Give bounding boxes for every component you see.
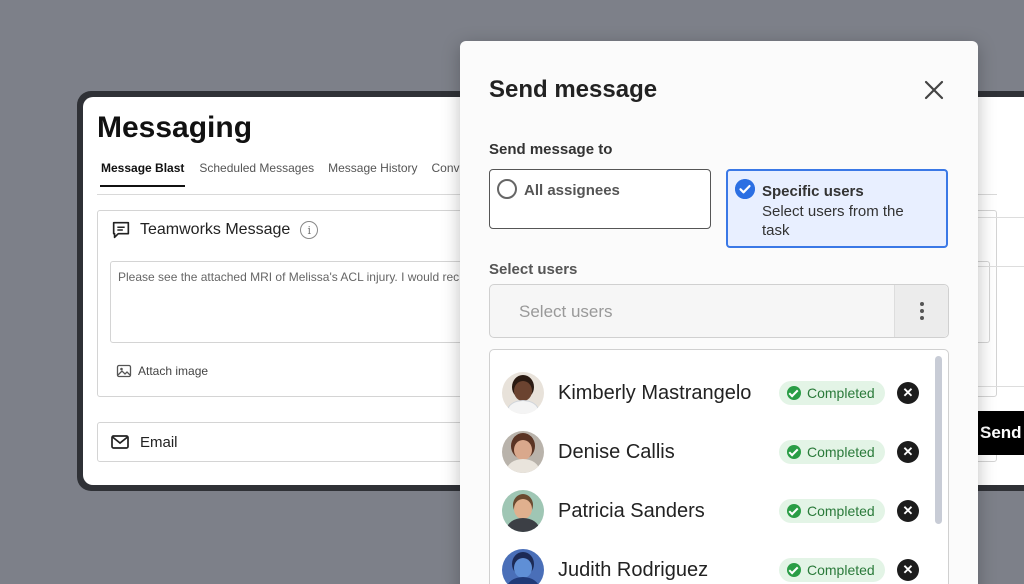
message-icon xyxy=(112,221,130,239)
background-field xyxy=(977,337,1024,387)
select-users-input[interactable]: Select users xyxy=(489,284,949,338)
remove-user-button[interactable]: ✕ xyxy=(897,382,919,404)
check-circle-icon xyxy=(787,445,801,459)
avatar xyxy=(502,431,544,473)
send-to-label: Send message to xyxy=(489,141,613,158)
tab-message-history[interactable]: Message History xyxy=(328,161,417,187)
list-item: Patricia Sanders Completed ✕ xyxy=(502,489,922,533)
option-all-assignees[interactable]: All assignees xyxy=(489,169,711,229)
status-badge: Completed xyxy=(779,440,885,464)
select-users-placeholder: Select users xyxy=(519,302,613,321)
status-badge: Completed xyxy=(779,499,885,523)
option-all-assignees-label: All assignees xyxy=(524,182,620,199)
tab-message-blast[interactable]: Message Blast xyxy=(100,161,186,187)
remove-user-button[interactable]: ✕ xyxy=(897,559,919,581)
check-circle-icon xyxy=(787,386,801,400)
list-item: Kimberly Mastrangelo Completed ✕ xyxy=(502,371,922,415)
close-icon[interactable] xyxy=(922,78,946,102)
attach-image-button[interactable]: Attach image xyxy=(116,363,208,379)
info-icon[interactable]: i xyxy=(300,221,319,239)
status-badge: Completed xyxy=(779,558,885,582)
background-field xyxy=(977,217,1024,267)
user-name: Denise Callis xyxy=(558,440,675,463)
list-item: Denise Callis Completed ✕ xyxy=(502,430,922,474)
user-name: Patricia Sanders xyxy=(558,499,705,522)
avatar xyxy=(502,490,544,532)
remove-user-button[interactable]: ✕ xyxy=(897,500,919,522)
check-circle-icon xyxy=(787,504,801,518)
list-item: Judith Rodriguez Completed ✕ xyxy=(502,548,922,584)
teamworks-message-header: Teamworks Message i xyxy=(110,219,319,241)
send-message-modal: Send message Send message to All assigne… xyxy=(460,41,978,584)
scrollbar[interactable] xyxy=(935,356,942,524)
avatar xyxy=(502,372,544,414)
image-icon xyxy=(116,364,132,378)
user-name: Kimberly Mastrangelo xyxy=(558,381,752,404)
select-users-label: Select users xyxy=(489,261,578,278)
page-title: Messaging xyxy=(97,111,253,144)
selected-users-list: Kimberly Mastrangelo Completed ✕ Denise … xyxy=(489,349,949,584)
option-specific-users[interactable]: Specific users Select users from the tas… xyxy=(726,169,948,248)
radio-unselected-icon[interactable] xyxy=(497,179,517,199)
remove-user-button[interactable]: ✕ xyxy=(897,441,919,463)
check-circle-icon xyxy=(787,563,801,577)
modal-title: Send message xyxy=(489,76,658,103)
tab-conversations[interactable]: Conv xyxy=(432,161,460,187)
tab-scheduled-messages[interactable]: Scheduled Messages xyxy=(199,161,314,187)
mail-icon xyxy=(111,435,129,449)
user-name: Judith Rodriguez xyxy=(558,558,709,581)
more-options-icon[interactable] xyxy=(894,285,948,337)
option-specific-users-label: Specific users xyxy=(762,183,864,200)
tab-bar: Message Blast Scheduled Messages Message… xyxy=(100,161,474,187)
status-badge: Completed xyxy=(779,381,885,405)
avatar xyxy=(502,549,544,584)
email-label: Email xyxy=(140,433,178,451)
checkmark-circle-icon[interactable] xyxy=(735,179,755,199)
attach-image-label: Attach image xyxy=(138,364,209,378)
teamworks-message-label: Teamworks Message xyxy=(140,221,291,238)
option-specific-users-description: Select users from the task xyxy=(762,203,904,239)
